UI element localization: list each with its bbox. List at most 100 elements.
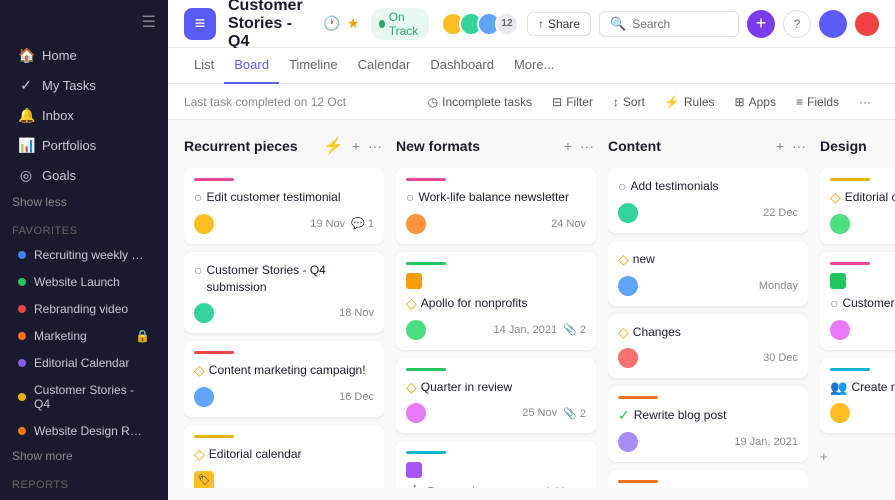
- sidebar-item-website-launch[interactable]: Website Launch: [6, 269, 162, 295]
- add-card-button[interactable]: +: [820, 441, 895, 472]
- add-button[interactable]: +: [747, 10, 775, 38]
- tab-calendar[interactable]: Calendar: [348, 48, 421, 84]
- sidebar-item-goals[interactable]: ◎ Goals: [6, 161, 162, 190]
- column-add-button[interactable]: +: [562, 136, 574, 156]
- column-title-recurrent: Recurrent pieces: [184, 138, 318, 154]
- tab-list[interactable]: List: [184, 48, 224, 84]
- card-title: Content marketing campaign!: [209, 362, 366, 379]
- card-new[interactable]: ◇ new Monday: [608, 241, 808, 306]
- sidebar-item-inbox[interactable]: 🔔 Inbox: [6, 101, 162, 130]
- incomplete-label: Incomplete tasks: [442, 95, 532, 109]
- card-editorial-calendar[interactable]: ◇ Editorial calendar 🏷 22 Dec: [184, 425, 384, 488]
- column-recurrent: Recurrent pieces ⚡ + ··· ○ Edit customer…: [184, 132, 384, 488]
- card-tag: [830, 368, 870, 371]
- card-tag: [194, 435, 234, 438]
- show-less-button[interactable]: Show less: [0, 191, 168, 213]
- lightning-icon: ⚡: [324, 136, 344, 156]
- card-apollo[interactable]: ◇ Apollo for nonprofits 14 Jan, 2021 📎 2: [396, 252, 596, 350]
- fields-label: Fields: [807, 95, 839, 109]
- member-count[interactable]: 12: [495, 12, 519, 36]
- status-diamond-icon: ◇: [406, 379, 417, 396]
- share-button[interactable]: ↑ Share: [527, 12, 591, 36]
- lock-icon: 🔒: [135, 329, 150, 343]
- card-avatar: [194, 387, 214, 407]
- card-add-testimonials[interactable]: ○ Add testimonials 22 Dec: [608, 168, 808, 233]
- tab-dashboard[interactable]: Dashboard: [420, 48, 504, 84]
- sidebar-item-my-tasks[interactable]: ✓ My Tasks: [6, 71, 162, 100]
- search-box[interactable]: 🔍: [599, 11, 739, 37]
- column-add-button[interactable]: +: [350, 136, 362, 156]
- column-header-design: Design + ···: [820, 132, 895, 160]
- filter-button[interactable]: ⊟ Filter: [544, 92, 601, 112]
- card-edit-testimonial[interactable]: ○ Edit customer testimonial 19 Nov 💬 1: [184, 168, 384, 244]
- sidebar-label-home: Home: [42, 48, 77, 63]
- card-title: Apollo for nonprofits: [421, 295, 528, 312]
- card-avatar: [830, 320, 850, 340]
- rules-label: Rules: [684, 95, 715, 109]
- sidebar-item-website-design[interactable]: Website Design Reque...: [6, 418, 162, 444]
- card-editorial-cal[interactable]: ◇ Editorial cale... 29 Dec: [820, 168, 895, 244]
- toolbar-status: Last task completed on 12 Oct: [184, 95, 346, 109]
- card-q4-submission[interactable]: ○ Customer Stories - Q4 submission 18 No…: [184, 252, 384, 334]
- fields-button[interactable]: ≡ Fields: [788, 92, 847, 112]
- column-design: Design + ··· ◇ Editorial cale...: [820, 132, 895, 488]
- user-avatar-2[interactable]: [855, 12, 879, 36]
- card-comment: 💬 1: [351, 217, 374, 230]
- column-menu-button[interactable]: ···: [790, 136, 808, 156]
- fav-dot-rebranding: [18, 305, 26, 313]
- help-button[interactable]: ?: [783, 10, 811, 38]
- tab-board[interactable]: Board: [224, 48, 279, 84]
- apps-button[interactable]: ⊞ Apps: [727, 92, 784, 112]
- fav-dot-editorial: [18, 359, 26, 367]
- star-icon[interactable]: ★: [347, 15, 360, 32]
- card-date: 22 Dec: [763, 207, 798, 219]
- incomplete-tasks-button[interactable]: ◷ Incomplete tasks: [420, 92, 541, 112]
- sidebar-item-recruiting[interactable]: Recruiting weekly mee...: [6, 242, 162, 268]
- rules-button[interactable]: ⚡ Rules: [657, 92, 723, 112]
- column-content: Content + ··· ○ Add testimonials: [608, 132, 808, 488]
- tab-timeline[interactable]: Timeline: [279, 48, 348, 84]
- card-work-life[interactable]: ○ Work-life balance newsletter 24 Nov: [396, 168, 596, 244]
- card-rewrite-blog[interactable]: ✓ Rewrite blog post 19 Jan, 2021: [608, 386, 808, 462]
- more-toolbar-button[interactable]: ···: [851, 92, 879, 112]
- column-new-formats: New formats + ··· ○ Work-life balance ne…: [396, 132, 596, 488]
- column-title-new-formats: New formats: [396, 138, 556, 154]
- card-title: Editorial cale...: [845, 189, 895, 206]
- sort-button[interactable]: ↕ Sort: [605, 92, 653, 112]
- sidebar-item-home[interactable]: 🏠 Home: [6, 41, 162, 70]
- card-customer-spotlight[interactable]: ○ Customer spo... 18 Jan, ...: [820, 252, 895, 350]
- column-menu-button[interactable]: ···: [366, 136, 384, 156]
- card-press-release[interactable]: 🤖 Press release on acquisition 23 Dec 💬 …: [396, 441, 596, 488]
- status-dot: [379, 20, 384, 28]
- search-input[interactable]: [632, 17, 728, 31]
- card-changes[interactable]: ◇ Changes 30 Dec: [608, 314, 808, 379]
- card-tag-badge: [830, 273, 846, 289]
- sort-label: Sort: [623, 95, 645, 109]
- sidebar-item-marketing[interactable]: Marketing 🔒: [6, 323, 162, 349]
- user-avatar[interactable]: [819, 10, 847, 38]
- sidebar-label-portfolios: Portfolios: [42, 138, 96, 153]
- card-create-new[interactable]: 👥 Create new in... 17 Dec: [820, 358, 895, 434]
- toolbar: Last task completed on 12 Oct ◷ Incomple…: [168, 84, 895, 120]
- column-add-button[interactable]: +: [774, 136, 786, 156]
- tab-more[interactable]: More...: [504, 48, 564, 84]
- card-choose-customer[interactable]: ✓ Choose customer for February spotlight…: [608, 470, 808, 488]
- show-more-button[interactable]: Show more: [0, 445, 168, 467]
- column-title-design: Design: [820, 138, 895, 154]
- card-date: 16 Dec: [339, 391, 374, 403]
- incomplete-icon: ◷: [428, 95, 438, 109]
- sidebar-item-editorial[interactable]: Editorial Calendar: [6, 350, 162, 376]
- add-icon: +: [820, 449, 828, 464]
- sidebar-item-rebranding[interactable]: Rebranding video: [6, 296, 162, 322]
- sidebar-item-portfolios[interactable]: 📊 Portfolios: [6, 131, 162, 160]
- sidebar-item-customer-stories[interactable]: Customer Stories - Q4: [6, 377, 162, 417]
- sidebar-toggle[interactable]: ☰: [142, 12, 156, 32]
- card-tag: [406, 368, 446, 371]
- card-tag-badge: [406, 462, 422, 478]
- topbar-right: 12 ↑ Share 🔍 + ?: [441, 10, 879, 38]
- card-content-campaign[interactable]: ◇ Content marketing campaign! 16 Dec: [184, 341, 384, 417]
- main-content: ≡ Customer Stories - Q4 🕐 ★ On Track 12: [168, 0, 895, 500]
- column-menu-button[interactable]: ···: [578, 136, 596, 156]
- sidebar-label-goals: Goals: [42, 168, 76, 183]
- card-quarter-review[interactable]: ◇ Quarter in review 25 Nov 📎 2: [396, 358, 596, 434]
